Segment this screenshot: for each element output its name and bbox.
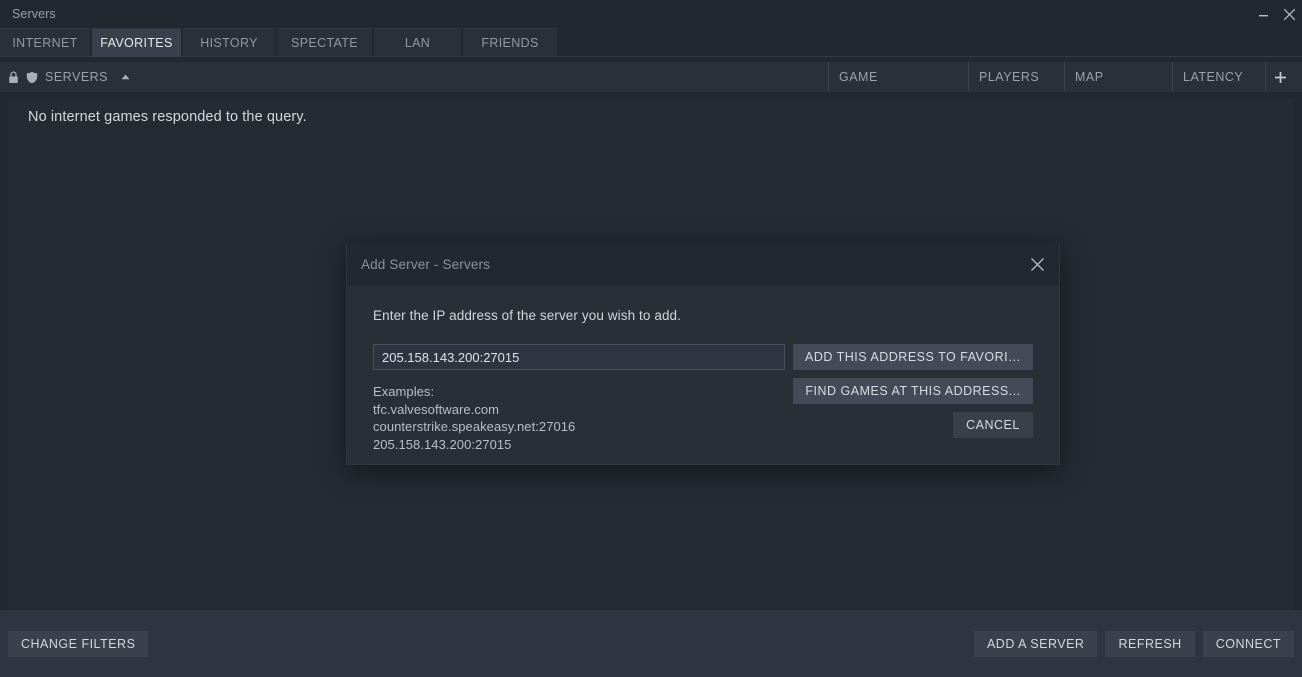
- find-games-at-address-button[interactable]: FIND GAMES AT THIS ADDRESS...: [793, 378, 1033, 404]
- add-column-icon[interactable]: [1265, 62, 1295, 92]
- empty-list-message: No internet games responded to the query…: [28, 109, 307, 125]
- tab-label: LAN: [404, 36, 431, 50]
- tab-label: FRIENDS: [481, 36, 539, 50]
- column-latency[interactable]: LATENCY: [1172, 62, 1265, 92]
- column-header-label: LATENCY: [1183, 70, 1244, 84]
- tab-history[interactable]: HISTORY: [183, 28, 275, 57]
- dialog-prompt: Enter the IP address of the server you w…: [373, 308, 682, 323]
- dialog-right-column: ADD THIS ADDRESS TO FAVORIT... FIND GAME…: [793, 344, 1033, 438]
- tab-friends[interactable]: FRIENDS: [463, 28, 557, 57]
- dialog-form-row: Examples: tfc.valvesoftware.com counters…: [373, 344, 1037, 453]
- connect-button[interactable]: CONNECT: [1202, 630, 1294, 657]
- column-players[interactable]: PLAYERS: [968, 62, 1064, 92]
- footer-right-group: ADD A SERVER REFRESH CONNECT: [973, 630, 1294, 657]
- tab-label: SPECTATE: [291, 36, 358, 50]
- dialog-left-column: Examples: tfc.valvesoftware.com counters…: [373, 344, 785, 453]
- close-icon[interactable]: [1276, 0, 1302, 28]
- column-header-label: PLAYERS: [979, 70, 1040, 84]
- dialog-body: Enter the IP address of the server you w…: [347, 286, 1059, 464]
- minimize-button[interactable]: [1250, 0, 1276, 28]
- dialog-title-text: Add Server - Servers: [361, 257, 491, 272]
- tab-internet[interactable]: INTERNET: [0, 28, 90, 57]
- examples-heading: Examples:: [373, 384, 435, 399]
- column-game[interactable]: GAME: [828, 62, 968, 92]
- sort-ascending-icon: [121, 74, 130, 80]
- examples-block: Examples: tfc.valvesoftware.com counters…: [373, 383, 785, 453]
- window-title: Servers: [12, 7, 56, 21]
- example-line: tfc.valvesoftware.com: [373, 401, 500, 417]
- lock-icon: [8, 70, 19, 84]
- refresh-button[interactable]: REFRESH: [1105, 630, 1195, 657]
- window-controls: [1250, 0, 1302, 28]
- add-a-server-button[interactable]: ADD A SERVER: [973, 630, 1098, 657]
- ip-address-input[interactable]: [373, 344, 785, 370]
- add-server-dialog: Add Server - Servers Enter the IP addres…: [346, 243, 1060, 465]
- cancel-button[interactable]: CANCEL: [953, 412, 1033, 438]
- tab-spectate[interactable]: SPECTATE: [277, 28, 372, 57]
- footer-left-group: CHANGE FILTERS: [8, 630, 149, 657]
- add-address-to-favorites-button[interactable]: ADD THIS ADDRESS TO FAVORIT...: [793, 344, 1033, 370]
- footer-toolbar: CHANGE FILTERS ADD A SERVER REFRESH CONN…: [0, 610, 1302, 677]
- column-map[interactable]: MAP: [1064, 62, 1172, 92]
- dialog-titlebar: Add Server - Servers: [347, 243, 1059, 286]
- tab-label: HISTORY: [200, 36, 258, 50]
- dialog-close-icon[interactable]: [1023, 251, 1051, 279]
- shield-icon: [26, 71, 38, 84]
- window-titlebar: Servers: [0, 0, 1302, 28]
- change-filters-button[interactable]: CHANGE FILTERS: [8, 630, 149, 657]
- tab-label: INTERNET: [12, 36, 78, 50]
- tab-favorites[interactable]: FAVORITES: [92, 28, 181, 57]
- column-header-row: SERVERS GAME PLAYERS MAP LATENCY: [0, 62, 1302, 92]
- tab-label: FAVORITES: [100, 36, 173, 50]
- tab-lan[interactable]: LAN: [374, 28, 461, 57]
- column-servers-label: SERVERS: [45, 70, 109, 84]
- example-line: counterstrike.speakeasy.net:27016: [373, 419, 576, 434]
- column-header-label: GAME: [839, 70, 878, 84]
- example-line: 205.158.143.200:27015: [373, 436, 512, 452]
- column-servers[interactable]: SERVERS: [0, 62, 828, 92]
- tab-bar: INTERNET FAVORITES HISTORY SPECTATE LAN FRIEN…: [0, 28, 1302, 57]
- column-header-label: MAP: [1075, 70, 1104, 84]
